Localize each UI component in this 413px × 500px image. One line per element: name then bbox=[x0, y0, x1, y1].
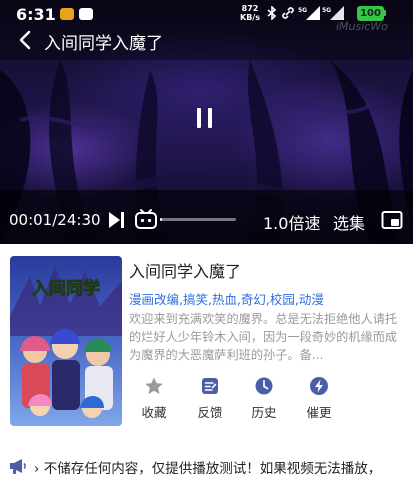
network-speed: 872 KB/s bbox=[240, 4, 260, 22]
show-info-section: 入间同学 入间同学入魔了 漫画改编,搞笑,热血,奇幻,校园,动漫 欢迎来到充满欢… bbox=[0, 244, 413, 500]
danmaku-toggle-icon[interactable] bbox=[134, 208, 158, 230]
watermark: iMusicWo bbox=[336, 20, 388, 33]
status-time: 6:31 bbox=[16, 5, 56, 24]
cover-title-text: 入间同学 bbox=[32, 278, 100, 299]
show-title: 入间同学入魔了 bbox=[129, 262, 242, 281]
app-notification-icon bbox=[79, 8, 93, 20]
cover-image[interactable]: 入间同学 bbox=[10, 256, 122, 426]
app-notification-icon bbox=[60, 8, 74, 20]
synopsis[interactable]: 欢迎来到充满欢笑的魔界。总是无法拒绝他人请托的烂好人少年铃木入间，因为一段奇妙的… bbox=[129, 310, 405, 364]
video-player[interactable]: 6:31 872 KB/s 5G 5G 100 入间同学入魔了 iMusicWo bbox=[0, 0, 413, 244]
genre-tags: 漫画改编,搞笑,热血,奇幻,校园,动漫 bbox=[129, 292, 324, 307]
notice-text: › 不储存任何内容，仅提供播放测试！如果视频无法播放， bbox=[34, 461, 382, 477]
cellular-signal-icon: 5G bbox=[322, 6, 344, 20]
bluetooth-icon bbox=[267, 6, 277, 20]
battery-indicator: 100 bbox=[357, 6, 384, 21]
favorite-button[interactable]: 收藏 bbox=[126, 376, 182, 421]
playback-speed-button[interactable]: 1.0倍速 bbox=[263, 210, 320, 234]
star-icon bbox=[145, 377, 163, 394]
megaphone-icon bbox=[10, 459, 26, 474]
battery-tip bbox=[384, 10, 386, 16]
video-title: 入间同学入魔了 bbox=[44, 34, 163, 54]
pause-icon[interactable] bbox=[194, 106, 216, 130]
progress-bar[interactable] bbox=[160, 218, 236, 221]
request-update-button[interactable]: 催更 bbox=[291, 376, 347, 421]
cover-artwork: 入间同学 bbox=[10, 256, 122, 426]
cellular-signal-icon: 5G bbox=[298, 6, 320, 20]
progress-fill bbox=[160, 218, 162, 221]
feedback-icon bbox=[202, 378, 218, 394]
feedback-button[interactable]: 反馈 bbox=[182, 376, 238, 421]
episode-select-button[interactable]: 选集 bbox=[333, 210, 365, 234]
picture-in-picture-icon[interactable] bbox=[381, 210, 403, 230]
lightning-icon bbox=[310, 377, 328, 395]
playback-time: 00:01/24:30 bbox=[9, 211, 101, 229]
notice-marquee: › 不储存任何内容，仅提供播放测试！如果视频无法播放， bbox=[0, 452, 413, 482]
svg-text:5G: 5G bbox=[322, 7, 331, 14]
link-icon bbox=[282, 7, 294, 19]
action-row: 收藏 反馈 历史 催更 bbox=[129, 376, 399, 426]
svg-text:5G: 5G bbox=[298, 7, 307, 14]
back-icon[interactable] bbox=[14, 28, 38, 52]
player-controls: 00:01/24:30 1.0倍速 选集 bbox=[0, 200, 413, 240]
clock-icon bbox=[255, 377, 273, 395]
next-episode-icon[interactable] bbox=[106, 210, 126, 230]
history-button[interactable]: 历史 bbox=[236, 376, 292, 421]
